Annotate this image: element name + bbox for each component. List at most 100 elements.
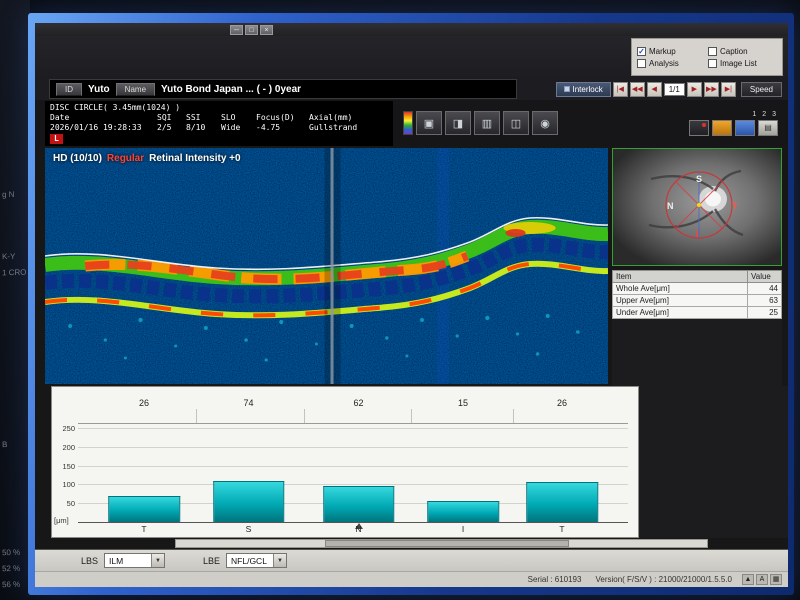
minimize-button[interactable]: ─ — [230, 25, 243, 35]
sector-value-label: 26 — [557, 398, 567, 408]
adjacent-monitor-text: 52 % — [2, 564, 20, 573]
adjacent-monitor: g N K-Y 1 CRO B 50 % 52 % 56 % — [0, 0, 30, 600]
chart-side-filler — [639, 386, 788, 538]
axial-value: Gullstrand — [309, 123, 371, 133]
compass-s: S — [696, 174, 702, 184]
chart-plot — [78, 424, 628, 523]
restore-button[interactable]: □ — [245, 25, 258, 35]
measure-item: Upper Ave[μm] — [613, 295, 748, 307]
item-column-header: Item — [613, 271, 748, 283]
display-options-panel: ✓ Markup ✓ Caption ✓ Analysis ✓ Image Li… — [631, 38, 783, 76]
prev-fast-button[interactable]: ◀◀ — [630, 82, 645, 97]
y-tick-label: 250 — [62, 424, 75, 433]
patient-id-label: ID — [56, 83, 82, 96]
patient-nav-row: ID Yuto Name Yuto Bond Japan ... ( - ) 0… — [35, 78, 788, 100]
last-page-button[interactable]: ▶| — [721, 82, 736, 97]
table-row: Upper Ave[μm] 63 — [613, 295, 782, 307]
monitor-bezel: ─ □ × ✓ Markup ✓ Caption — [28, 13, 794, 595]
camera-icon[interactable] — [689, 120, 709, 136]
display-mode-button[interactable]: ▣ — [416, 111, 442, 135]
layer-controls-bar: LBS ILM ▼ LBE NFL/GCL ▼ — [35, 549, 788, 571]
adjacent-monitor-text: 50 % — [2, 548, 20, 557]
next-fast-button[interactable]: ▶▶ — [704, 82, 719, 97]
right-panel: S N T I Item Value Wh — [612, 146, 782, 386]
thickness-bar — [526, 482, 598, 522]
chevron-down-icon[interactable]: ▼ — [151, 554, 164, 567]
y-tick-label: 200 — [62, 443, 75, 452]
window-titlebar: ─ □ × — [35, 23, 788, 36]
tray-up-icon[interactable]: ▲ — [742, 574, 754, 585]
markup-checkbox[interactable]: ✓ Markup — [637, 47, 706, 56]
horizontal-scrollbar[interactable] — [175, 539, 708, 548]
analysis-checkbox[interactable]: ✓ Analysis — [637, 59, 706, 68]
interlock-button[interactable]: Interlock — [556, 82, 611, 97]
oct-bscan-view[interactable]: HD (10/10) Regular Retinal Intensity +0 — [45, 148, 608, 384]
caption-checkbox[interactable]: ✓ Caption — [708, 47, 777, 56]
patient-id-value: Yuto — [88, 84, 110, 95]
split-view-button[interactable]: ◨ — [445, 111, 471, 135]
y-tick-label: 100 — [62, 480, 75, 489]
chart-gridline — [78, 428, 628, 429]
file-buttons: ▤ — [689, 120, 778, 136]
sector-divider — [304, 409, 305, 423]
panel-filler — [612, 319, 782, 386]
prev-page-button[interactable]: ◀ — [647, 82, 662, 97]
checkbox-icon: ✓ — [708, 47, 717, 56]
image-list-checkbox[interactable]: ✓ Image List — [708, 59, 777, 68]
checkbox-icon: ✓ — [708, 59, 717, 68]
oct-mode-label: Regular — [107, 153, 144, 164]
file-toolbar: 1 2 3 ▤ — [689, 111, 778, 136]
oct-scan-label: HD (10/10) Regular Retinal Intensity +0 — [53, 153, 241, 164]
first-page-button[interactable]: |◀ — [613, 82, 628, 97]
measure-item: Under Ave[μm] — [613, 307, 748, 319]
lbe-selected-value: NFL/GCL — [227, 556, 273, 566]
speed-button[interactable]: Speed — [741, 82, 782, 97]
sector-divider — [196, 409, 197, 423]
adjacent-monitor-text: g N — [2, 190, 15, 199]
close-button[interactable]: × — [260, 25, 273, 35]
save-icon[interactable] — [735, 120, 755, 136]
capture-button[interactable]: ◉ — [532, 111, 558, 135]
checkbox-label: Markup — [649, 47, 676, 56]
lbs-label: LBS — [81, 556, 98, 566]
scan-title: DISC CIRCLE( 3.45mm(1024) ) — [50, 103, 388, 113]
folder-icon[interactable] — [712, 120, 732, 136]
measurement-table: Item Value Whole Ave[μm] 44 Upper Ave[μm… — [612, 270, 782, 319]
oct-type-label: Retinal Intensity +0 — [149, 153, 240, 164]
system-tray: ▲ A ▦ — [742, 574, 782, 585]
print-icon[interactable]: ▤ — [758, 120, 778, 136]
fundus-image[interactable]: S N T I — [612, 148, 782, 266]
lbs-selected-value: ILM — [105, 556, 151, 566]
table-row: Under Ave[μm] 25 — [613, 307, 782, 319]
compass-t: T — [732, 201, 738, 211]
next-page-button[interactable]: ▶ — [687, 82, 702, 97]
adjacent-monitor-text: 1 CRO — [2, 268, 27, 278]
compare-view-button[interactable]: ◫ — [503, 111, 529, 135]
lbe-dropdown[interactable]: NFL/GCL ▼ — [226, 553, 287, 568]
sector-axis-label: T — [559, 524, 564, 534]
photo-background: g N K-Y 1 CRO B 50 % 52 % 56 % ─ □ × ✓ — [0, 0, 800, 600]
colormap-icon — [403, 111, 413, 135]
chart-plot-area: 2674621526 TSNIT — [78, 387, 628, 537]
chevron-down-icon[interactable]: ▼ — [273, 554, 286, 567]
checkbox-label: Caption — [720, 47, 748, 56]
sector-value-label: 15 — [458, 398, 468, 408]
report-view-button[interactable]: ▥ — [474, 111, 500, 135]
compass-i: I — [696, 229, 699, 239]
measure-value: 63 — [748, 295, 782, 307]
slo-header: SLO — [221, 113, 251, 123]
tray-grid-icon[interactable]: ▦ — [770, 574, 782, 585]
version-info: Version( F/S/V ) : 21000/21000/1.5.5.0 — [595, 575, 732, 584]
chart-gridline — [78, 447, 628, 448]
lbs-dropdown[interactable]: ILM ▼ — [104, 553, 165, 568]
imaging-area: HD (10/10) Regular Retinal Intensity +0 — [35, 146, 788, 386]
scrollbar-thumb[interactable] — [325, 540, 569, 547]
top-toolbar-row: ✓ Markup ✓ Caption ✓ Analysis ✓ Image Li… — [35, 36, 788, 78]
thickness-bar — [323, 486, 395, 522]
checkbox-icon: ✓ — [637, 47, 646, 56]
page-navigation: Interlock |◀ ◀◀ ◀ 1/1 ▶ ▶▶ ▶| Speed — [556, 82, 783, 97]
date-header: Date — [50, 113, 152, 123]
patient-bar: ID Yuto Name Yuto Bond Japan ... ( - ) 0… — [49, 79, 517, 99]
ime-icon[interactable]: A — [756, 574, 768, 585]
y-tick-label: 50 — [67, 499, 75, 508]
